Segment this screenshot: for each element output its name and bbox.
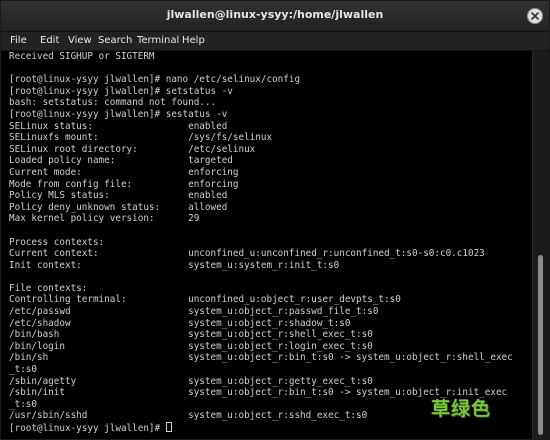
terminal-window: jlwallen@linux-ysyy:/home/jlwallen File … (0, 0, 550, 440)
terminal-line: [root@linux-ysyy jlwallen]# sestatus -v (9, 108, 228, 120)
terminal-line: Loaded policy name: targeted (9, 155, 233, 167)
terminal-line: SELinuxfs mount: /sys/fs/selinux (9, 132, 273, 144)
terminal-line: Current mode: enforcing (9, 166, 239, 178)
close-button[interactable] (527, 8, 543, 24)
terminal-line: SELinux status: enabled (9, 120, 228, 132)
terminal-line: /bin/login system_u:object_r:login_exec_… (9, 340, 373, 352)
terminal-line: Controlling terminal: unconfined_u:objec… (9, 294, 401, 306)
terminal-output[interactable]: Received SIGHUP or SIGTERM [root@linux-ys… (1, 51, 533, 439)
menu-bar: File Edit View Search Terminal Help (1, 32, 549, 51)
terminal-line: _t:s0 (9, 364, 37, 376)
terminal-line: File contexts: (9, 282, 88, 294)
menu-help[interactable]: Help (182, 35, 205, 46)
terminal-line: /sbin/agetty system_u:object_r:getty_exe… (9, 375, 373, 387)
terminal-line: Policy MLS status: enabled (9, 190, 228, 202)
terminal-line: Mode from config file: enforcing (9, 178, 239, 190)
terminal-text: Received SIGHUP or SIGTERM [root@linux-ys… (9, 51, 513, 434)
terminal-prompt-line: [root@linux-ysyy jlwallen]# (9, 422, 513, 434)
terminal-line: /bin/sh system_u:object_r:bin_t:s0 -> sy… (9, 352, 513, 364)
scrollbar[interactable] (532, 51, 549, 439)
terminal-cursor (165, 422, 172, 432)
menu-terminal[interactable]: Terminal (137, 35, 179, 46)
terminal-line: [root@linux-ysyy jlwallen]# nano /etc/se… (9, 74, 301, 86)
menu-search[interactable]: Search (98, 35, 132, 46)
close-icon (531, 12, 539, 20)
menu-file[interactable]: File (10, 35, 27, 46)
terminal-line: Policy deny_unknown status: allowed (9, 201, 228, 213)
menu-view[interactable]: View (68, 35, 92, 46)
menu-edit[interactable]: Edit (40, 35, 59, 46)
title-bar[interactable]: jlwallen@linux-ysyy:/home/jlwallen (1, 1, 549, 32)
terminal-line: /etc/shadow system_u:object_r:shadow_t:s… (9, 317, 351, 329)
terminal-line: bash: setstatus: command not found... (9, 97, 217, 109)
scrollbar-thumb[interactable] (538, 255, 543, 435)
terminal-line: /etc/passwd system_u:object_r:passwd_fil… (9, 306, 379, 318)
terminal-line: [root@linux-ysyy jlwallen]# setstatus -v (9, 85, 233, 97)
terminal-line: Max kernel policy version: 29 (9, 213, 200, 225)
terminal-line: Current context: unconfined_u:unconfined… (9, 248, 485, 260)
terminal-line: /bin/bash system_u:object_r:shell_exec_t… (9, 329, 373, 341)
terminal-line: Init context: system_u:system_r:init_t:s… (9, 259, 340, 271)
watermark-logo: 草绿色 (431, 398, 492, 420)
terminal-line: SELinux root directory: /etc/selinux (9, 143, 256, 155)
terminal-prompt: [root@linux-ysyy jlwallen]# (9, 423, 166, 434)
window-title: jlwallen@linux-ysyy:/home/jlwallen (166, 8, 384, 21)
terminal-line: Received SIGHUP or SIGTERM (9, 51, 155, 62)
terminal-line: Process contexts: (9, 236, 105, 248)
